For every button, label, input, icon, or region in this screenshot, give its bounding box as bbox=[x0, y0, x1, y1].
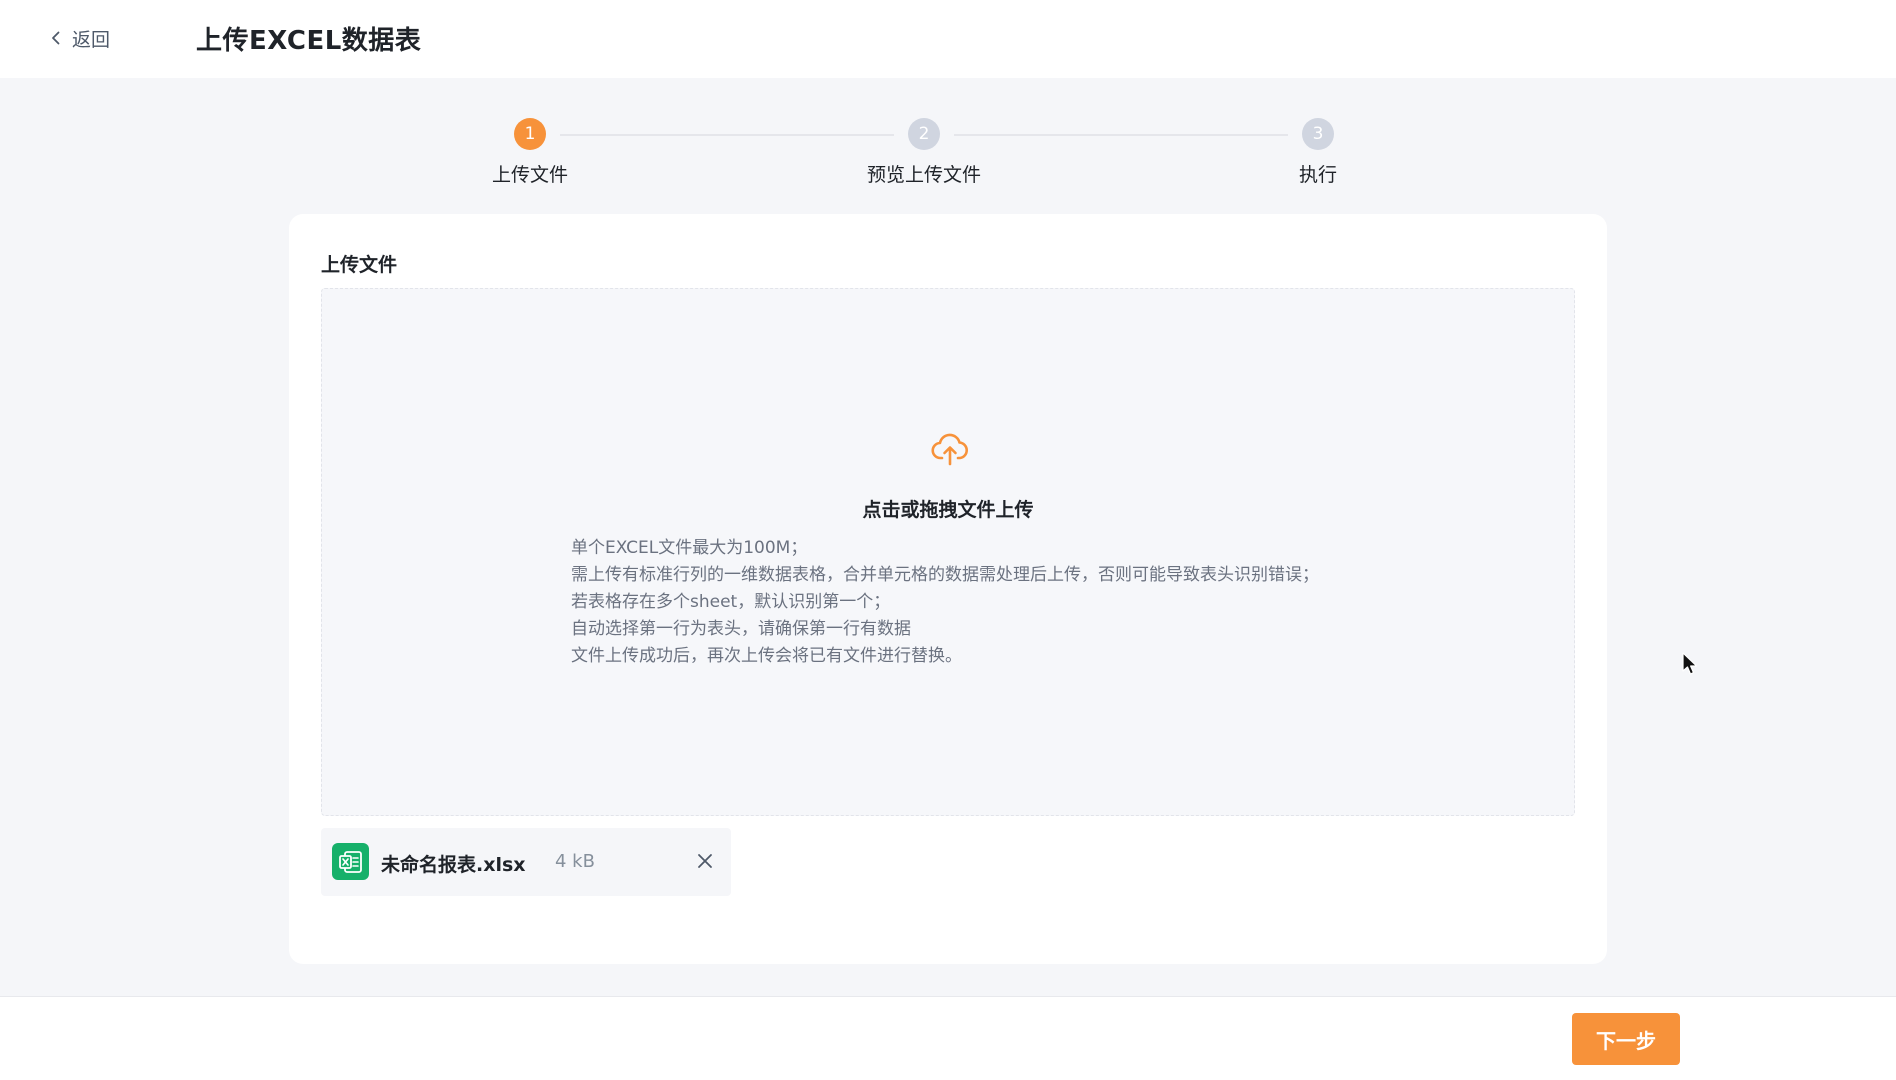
step-upload: 1 上传文件 bbox=[430, 118, 630, 187]
file-size: 4 kB bbox=[555, 851, 595, 872]
upload-dropzone[interactable]: 点击或拖拽文件上传 单个EXCEL文件最大为100M； 需上传有标准行列的一维数… bbox=[321, 288, 1575, 816]
file-name: 未命名报表.xlsx bbox=[381, 854, 526, 876]
upload-hints: 单个EXCEL文件最大为100M； 需上传有标准行列的一维数据表格，合并单元格的… bbox=[571, 535, 1471, 670]
mouse-cursor-icon bbox=[1682, 652, 1698, 675]
dropzone-title: 点击或拖拽文件上传 bbox=[862, 499, 1034, 521]
back-button[interactable]: 返回 bbox=[48, 24, 110, 52]
step-label: 上传文件 bbox=[491, 164, 568, 186]
chevron-left-icon bbox=[52, 31, 60, 45]
hint-item: 单个EXCEL文件最大为100M； bbox=[571, 538, 808, 558]
hint-item: 文件上传成功后，再次上传会将已有文件进行替换。 bbox=[571, 646, 962, 666]
next-step-button[interactable]: 下一步 bbox=[1572, 1013, 1680, 1065]
step-preview: 2 预览上传文件 bbox=[824, 118, 1024, 187]
step-number: 1 bbox=[514, 118, 546, 150]
top-bar: 返回 上传EXCEL数据表 bbox=[0, 0, 1896, 78]
close-icon bbox=[698, 854, 712, 868]
remove-file-button[interactable] bbox=[693, 849, 717, 873]
back-label: 返回 bbox=[72, 28, 111, 51]
step-label: 预览上传文件 bbox=[866, 164, 981, 186]
footer-bar: 下一步 bbox=[0, 996, 1896, 1080]
step-number: 2 bbox=[908, 118, 940, 150]
hint-item: 自动选择第一行为表头，请确保第一行有数据 bbox=[571, 619, 911, 639]
excel-file-icon bbox=[332, 843, 369, 880]
step-label: 执行 bbox=[1298, 164, 1337, 186]
hint-item: 需上传有标准行列的一维数据表格，合并单元格的数据需处理后上传，否则可能导致表头识… bbox=[571, 565, 1319, 585]
section-title: 上传文件 bbox=[321, 254, 398, 276]
page-title: 上传EXCEL数据表 bbox=[196, 26, 422, 56]
steps-indicator: 1 上传文件 2 预览上传文件 3 执行 bbox=[492, 118, 1337, 188]
hint-item: 若表格存在多个sheet，默认识别第一个； bbox=[571, 592, 891, 612]
step-number: 3 bbox=[1302, 118, 1334, 150]
step-execute: 3 执行 bbox=[1218, 118, 1418, 187]
cloud-upload-icon bbox=[931, 433, 968, 466]
uploaded-file-item: 未命名报表.xlsx 4 kB bbox=[321, 828, 731, 896]
upload-card: 上传文件 点击或拖拽文件上传 单个EXCEL文件最大为100M； 需上传有标准行… bbox=[289, 214, 1607, 964]
